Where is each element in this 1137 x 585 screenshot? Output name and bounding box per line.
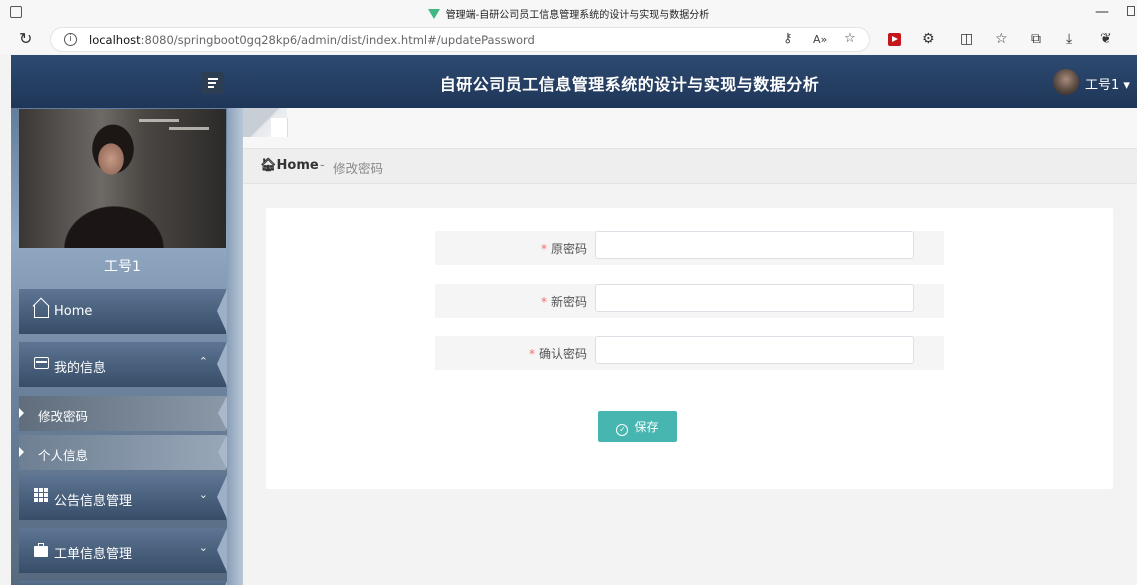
extensions-icon[interactable]: ⚙ — [922, 31, 935, 47]
tags-bar — [243, 108, 1137, 148]
tab-fold-decoration — [243, 108, 288, 137]
confirm-password-input[interactable] — [595, 336, 914, 364]
avatar[interactable] — [1053, 69, 1079, 95]
sidebar-item-label: 工单信息管理 — [54, 547, 133, 562]
field-label: * 确认密码 — [528, 347, 587, 361]
sidebar-item-label: 个人信息 — [38, 448, 89, 463]
chevron-down-icon: ⌄ — [198, 488, 208, 501]
browser-tab-title: 管理端-自研公司员工信息管理系统的设计与实现与数据分析 — [0, 6, 1137, 21]
reload-icon[interactable]: ↻ — [19, 29, 32, 48]
site-info-icon[interactable]: i — [64, 33, 77, 46]
breadcrumb: 🏠︎Home - 修改密码 — [243, 148, 1137, 184]
minimize-button[interactable]: — — [1095, 4, 1109, 20]
field-label: * 新密码 — [540, 295, 587, 309]
form-row-confirm-password: * 确认密码 — [435, 336, 944, 370]
breadcrumb-separator: - — [320, 158, 325, 173]
check-circle-icon: ✓ — [616, 423, 629, 436]
sidebar-item-home[interactable]: Home — [19, 289, 227, 334]
app-title: 自研公司员工信息管理系统的设计与实现与数据分析 — [439, 75, 820, 94]
url-text[interactable]: localhost:8080/springboot0gq28kp6/admin/… — [89, 33, 535, 47]
maximize-button[interactable] — [1127, 6, 1135, 16]
breadcrumb-home[interactable]: 🏠︎Home — [260, 158, 319, 173]
old-password-input[interactable] — [595, 231, 914, 259]
sidebar-item-ticket-management[interactable]: 工单信息管理 ⌄ — [19, 528, 227, 573]
read-aloud-icon[interactable]: A» — [813, 33, 827, 46]
sidebar-rail — [227, 108, 243, 585]
collections-icon[interactable]: ⧉ — [1031, 31, 1041, 47]
sidebar-item-label: 我的信息 — [54, 361, 107, 376]
main-content: 🏠︎Home - 修改密码 * 原密码 * 新密码 * 确认密码 ✓ 保存 — [243, 108, 1137, 585]
favorite-star-icon[interactable]: ☆ — [844, 31, 856, 46]
home-icon — [34, 302, 49, 320]
card-icon — [34, 355, 49, 373]
split-screen-icon[interactable]: ◫ — [960, 31, 973, 47]
profile-photo — [19, 109, 226, 248]
sidebar-item-label: 公告信息管理 — [54, 494, 133, 509]
password-form: * 原密码 * 新密码 * 确认密码 ✓ 保存 — [266, 208, 1113, 489]
video-extension-icon[interactable] — [888, 33, 901, 46]
sidebar: 工号1 Home 我的信息 ⌃ 修改密码 个人信息 公告信息管理 ⌄ 工单信息管… — [11, 108, 243, 585]
briefcase-icon — [34, 541, 48, 559]
address-bar[interactable]: i localhost:8080/springboot0gq28kp6/admi… — [50, 27, 870, 52]
app-container: 自研公司员工信息管理系统的设计与实现与数据分析 工号1 ▾ 工号1 Home 我… — [11, 55, 1137, 585]
favorites-list-icon[interactable]: ☆ — [995, 31, 1008, 47]
sidebar-item-more[interactable] — [19, 581, 227, 585]
form-row-old-password: * 原密码 — [435, 231, 944, 265]
user-menu[interactable]: 工号1 ▾ — [1053, 69, 1137, 95]
performance-icon[interactable]: ❦ — [1100, 31, 1112, 47]
browser-toolbar: ↻ i localhost:8080/springboot0gq28kp6/ad… — [0, 26, 1137, 54]
key-icon[interactable]: ⚷ — [783, 31, 793, 46]
profile-name: 工号1 — [104, 259, 141, 275]
active-pointer-icon — [19, 408, 24, 418]
browser-titlebar: 管理端-自研公司员工信息管理系统的设计与实现与数据分析 — — [0, 0, 1137, 26]
download-icon[interactable]: ⤓ — [1066, 31, 1072, 47]
save-button[interactable]: ✓ 保存 — [598, 411, 677, 442]
chevron-up-icon: ⌃ — [198, 355, 208, 368]
pointer-icon — [19, 447, 24, 457]
sidebar-item-notice-management[interactable]: 公告信息管理 ⌄ — [19, 475, 227, 520]
sidebar-item-my-info[interactable]: 我的信息 ⌃ — [19, 342, 227, 387]
sidebar-subitem-personal-info[interactable]: 个人信息 — [19, 435, 227, 470]
sidebar-item-label: 修改密码 — [38, 409, 89, 424]
user-name[interactable]: 工号1 ▾ — [1085, 74, 1130, 93]
vue-logo-icon — [427, 9, 440, 19]
chevron-down-icon: ⌄ — [198, 541, 208, 554]
new-password-input[interactable] — [595, 284, 914, 312]
form-row-new-password: * 新密码 — [435, 284, 944, 318]
grid-icon — [34, 488, 48, 506]
sidebar-item-label: Home — [54, 304, 93, 319]
sidebar-subitem-change-password[interactable]: 修改密码 — [19, 396, 227, 431]
breadcrumb-current: 修改密码 — [333, 161, 384, 176]
field-label: * 原密码 — [540, 242, 587, 256]
app-header: 自研公司员工信息管理系统的设计与实现与数据分析 工号1 ▾ — [11, 55, 1137, 108]
